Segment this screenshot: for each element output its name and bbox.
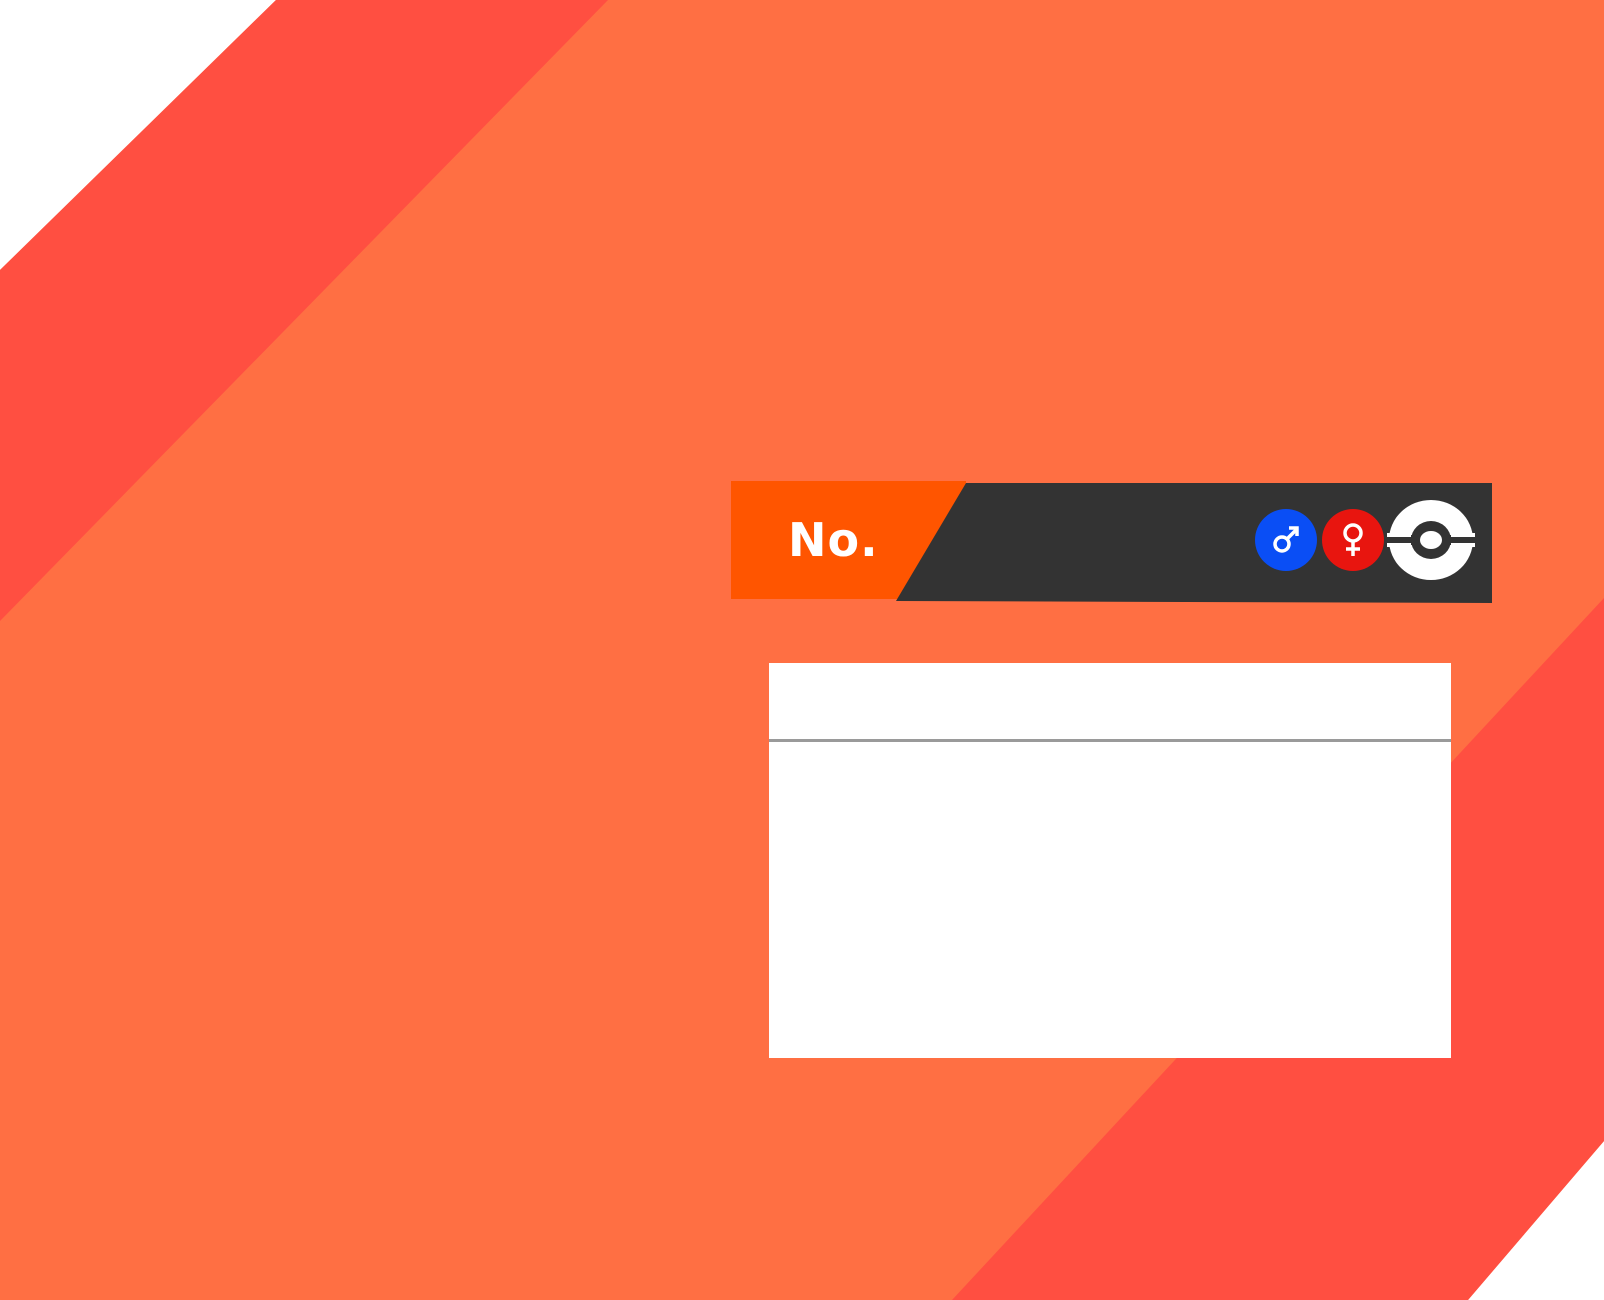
male-icon	[1273, 526, 1299, 553]
pokedex-screen: No.	[0, 0, 1604, 1300]
pokedex-number-label: No.	[788, 513, 879, 567]
pokeball-button[interactable]	[1387, 498, 1475, 582]
pokemon-info-panel	[769, 663, 1451, 1058]
female-filter-button[interactable]	[1322, 509, 1384, 571]
male-filter-button[interactable]	[1255, 509, 1317, 571]
info-panel-title	[769, 663, 1451, 739]
info-panel-body	[769, 742, 1451, 1058]
pokeball-icon	[1387, 500, 1475, 580]
female-icon	[1343, 523, 1363, 556]
pokedex-header-bar: No.	[731, 481, 1492, 603]
striped-background	[0, 0, 1604, 1300]
